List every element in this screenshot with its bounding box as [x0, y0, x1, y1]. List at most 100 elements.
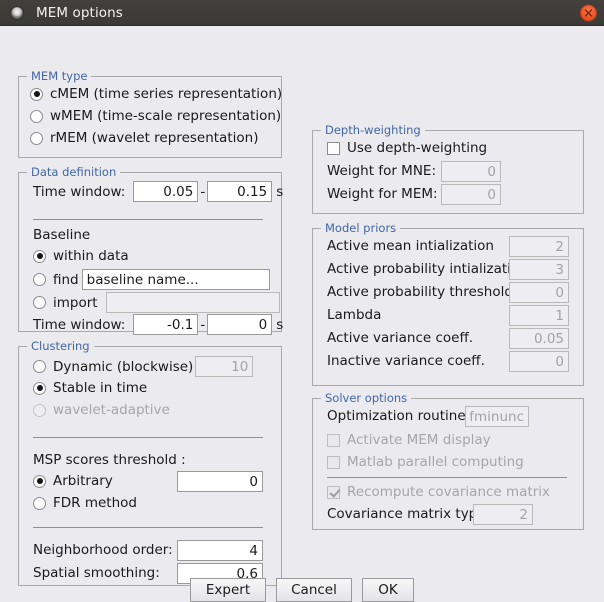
msp-threshold-heading: MSP scores threshold :	[33, 452, 186, 468]
checkbox-matlab-parallel-indicator	[327, 456, 340, 469]
model-prior-row: Inactive variance coeff.	[327, 353, 485, 369]
radio-rmem-label: rMEM (wavelet representation)	[50, 130, 258, 146]
model-prior-row: Lambda	[327, 307, 381, 323]
checkbox-recompute-covariance: Recompute covariance matrix	[327, 484, 550, 500]
dynamic-blockwise-input: 10	[195, 356, 253, 377]
checkbox-recompute-covariance-indicator	[327, 486, 340, 499]
baseline-time-window-unit: s	[276, 317, 283, 333]
radio-cmem[interactable]: cMEM (time series representation)	[30, 86, 282, 102]
baseline-time-window-row: Time window: -0.1 - 0 s	[33, 314, 283, 335]
group-depth-weighting: Depth-weighting Use depth-weighting Weig…	[312, 130, 584, 214]
model-prior-input: 1	[509, 305, 569, 326]
radio-msp-fdr-indicator[interactable]	[33, 497, 46, 510]
group-mem-type-legend: MEM type	[27, 69, 91, 83]
baseline-import-input	[106, 292, 280, 313]
radio-dynamic-blockwise-indicator[interactable]	[33, 360, 46, 373]
neighborhood-separator	[33, 527, 263, 528]
weight-mem-label: Weight for MEM:	[327, 186, 438, 202]
model-prior-row: Active variance coeff.	[327, 330, 473, 346]
data-time-window-dash: -	[200, 184, 205, 200]
radio-wmem[interactable]: wMEM (time-scale representation)	[30, 108, 281, 124]
group-data-definition: Data definition Time window: 0.05 - 0.15…	[18, 172, 282, 332]
radio-stable-in-time-label: Stable in time	[53, 380, 147, 396]
model-prior-input: 0	[509, 351, 569, 372]
checkbox-use-depth-weighting-indicator[interactable]	[327, 142, 340, 155]
radio-stable-in-time-indicator[interactable]	[33, 382, 46, 395]
neighborhood-order-row: Neighborhood order:	[33, 542, 173, 558]
baseline-label: Baseline	[33, 227, 90, 243]
optimization-routine-input: fminunc	[465, 406, 529, 427]
msp-threshold-label: MSP scores threshold :	[33, 452, 186, 468]
checkbox-activate-mem-display: Activate MEM display	[327, 432, 491, 448]
radio-baseline-import[interactable]: import	[33, 292, 280, 313]
msp-arbitrary-input[interactable]: 0	[177, 471, 263, 492]
radio-baseline-find-label: find	[53, 272, 79, 288]
data-time-window-start-input[interactable]: 0.05	[133, 181, 198, 202]
model-prior-label: Inactive variance coeff.	[327, 353, 485, 369]
mem-options-dialog: MEM type cMEM (time series representatio…	[0, 26, 604, 601]
group-model-priors: Model priors Active mean intialization 2…	[312, 228, 584, 386]
solver-separator	[327, 477, 567, 478]
covariance-matrix-type-input: 2	[473, 504, 533, 525]
radio-dynamic-blockwise-label: Dynamic (blockwise)	[53, 359, 193, 375]
cancel-button[interactable]: Cancel	[276, 578, 352, 602]
ok-button[interactable]: OK	[362, 578, 414, 602]
weight-mne-label: Weight for MNE:	[327, 163, 436, 179]
checkbox-activate-mem-display-indicator	[327, 434, 340, 447]
weight-mem-input: 0	[441, 184, 501, 205]
model-prior-label: Lambda	[327, 307, 381, 323]
baseline-time-window-start-input[interactable]: -0.1	[133, 314, 198, 335]
radio-baseline-import-indicator[interactable]	[33, 296, 46, 309]
weight-mne-input: 0	[441, 161, 501, 182]
radio-baseline-within-data-indicator[interactable]	[33, 250, 46, 263]
model-prior-row: Active mean intialization	[327, 238, 494, 254]
radio-msp-fdr[interactable]: FDR method	[33, 495, 137, 511]
optimization-routine-row: Optimization routine	[327, 408, 466, 424]
spatial-smoothing-row: Spatial smoothing:	[33, 565, 160, 581]
checkbox-matlab-parallel: Matlab parallel computing	[327, 454, 524, 470]
window-titlebar: MEM options	[0, 0, 604, 26]
radio-cmem-indicator[interactable]	[30, 88, 43, 101]
radio-baseline-find-indicator[interactable]	[33, 273, 46, 286]
model-prior-label: Active probability intialization	[327, 261, 528, 277]
data-time-window-label: Time window:	[33, 184, 125, 200]
model-prior-row: Active probability threshold	[327, 284, 513, 300]
close-button[interactable]	[580, 4, 597, 21]
neighborhood-order-label: Neighborhood order:	[33, 542, 173, 558]
baseline-time-window-end-input[interactable]: 0	[207, 314, 272, 335]
radio-stable-in-time[interactable]: Stable in time	[33, 380, 147, 396]
model-prior-input: 2	[509, 236, 569, 257]
model-prior-row: Active probability intialization	[327, 261, 528, 277]
covariance-matrix-type-label: Covariance matrix type	[327, 506, 486, 522]
data-time-window-row: Time window: 0.05 - 0.15 s	[33, 181, 283, 202]
radio-msp-arbitrary-indicator[interactable]	[33, 475, 46, 488]
covariance-matrix-type-row: Covariance matrix type	[327, 506, 486, 522]
data-time-window-end-input[interactable]: 0.15	[207, 181, 272, 202]
radio-wmem-label: wMEM (time-scale representation)	[50, 108, 281, 124]
checkbox-use-depth-weighting-label: Use depth-weighting	[347, 140, 487, 156]
group-solver-options-legend: Solver options	[321, 391, 411, 405]
group-data-definition-legend: Data definition	[27, 165, 120, 179]
radio-baseline-import-label: import	[53, 295, 98, 311]
expert-button[interactable]: Expert	[190, 578, 266, 602]
checkbox-activate-mem-display-label: Activate MEM display	[347, 432, 491, 448]
window-menu-icon[interactable]	[10, 6, 24, 20]
checkbox-use-depth-weighting[interactable]: Use depth-weighting	[327, 140, 487, 156]
weight-mne-row: Weight for MNE:	[327, 163, 436, 179]
radio-msp-arbitrary-label: Arbitrary	[53, 473, 113, 489]
radio-wmem-indicator[interactable]	[30, 110, 43, 123]
group-depth-weighting-legend: Depth-weighting	[321, 123, 425, 137]
radio-baseline-within-data[interactable]: within data	[33, 248, 129, 264]
radio-wavelet-adaptive: wavelet-adaptive	[33, 402, 170, 418]
radio-msp-arbitrary[interactable]: Arbitrary	[33, 473, 113, 489]
radio-wavelet-adaptive-label: wavelet-adaptive	[53, 402, 170, 418]
baseline-name-input[interactable]: baseline name...	[82, 269, 270, 290]
baseline-time-window-dash: -	[200, 317, 205, 333]
checkbox-recompute-covariance-label: Recompute covariance matrix	[347, 484, 550, 500]
radio-dynamic-blockwise[interactable]: Dynamic (blockwise) 10	[33, 356, 253, 377]
radio-rmem-indicator[interactable]	[30, 132, 43, 145]
radio-baseline-find[interactable]: find baseline name...	[33, 269, 270, 290]
radio-rmem[interactable]: rMEM (wavelet representation)	[30, 130, 258, 146]
neighborhood-order-input[interactable]: 4	[177, 540, 263, 561]
baseline-time-window-label: Time window:	[33, 317, 125, 333]
